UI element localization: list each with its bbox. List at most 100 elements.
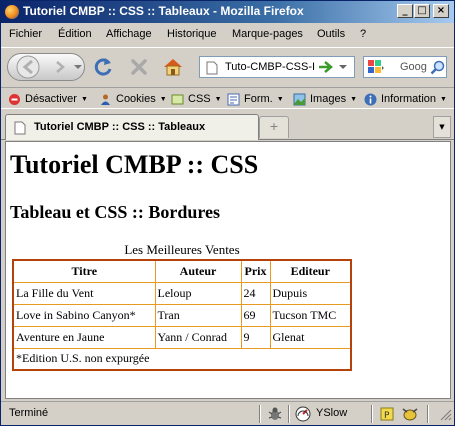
column-header-titre: Titre — [12, 259, 156, 283]
stop-button[interactable] — [127, 55, 151, 79]
section-heading: Tableau et CSS :: Bordures — [10, 202, 221, 222]
resize-grip-icon[interactable] — [437, 406, 453, 422]
menu-marque-pages[interactable]: Marque-pages — [232, 28, 303, 40]
chevron-down-icon: ▼ — [350, 95, 358, 103]
reload-icon — [94, 58, 112, 76]
tab-label: Tutoriel CMBP :: CSS :: Tableaux — [34, 121, 206, 133]
forward-button[interactable] — [48, 55, 72, 79]
url-dropdown-icon[interactable] — [338, 63, 348, 71]
page-heading: Tutoriel CMBP :: CSS — [10, 150, 259, 179]
table-cell: Leloup — [154, 281, 242, 305]
cookies-label: Cookies — [116, 93, 156, 105]
cookies-icon — [101, 94, 110, 105]
yslow-icon[interactable] — [295, 406, 311, 422]
table-cell: Glenat — [269, 325, 352, 349]
page-icon — [206, 61, 218, 75]
firefox-icon — [5, 5, 19, 19]
information-icon — [364, 93, 377, 105]
go-arrow-icon[interactable] — [318, 60, 334, 74]
information-menu[interactable]: Information ▼ — [364, 91, 447, 107]
chevron-down-icon: ▼ — [214, 95, 222, 103]
form-label: Form. — [244, 93, 273, 105]
back-forward-group — [7, 53, 85, 81]
chevron-down-icon: ▼ — [439, 123, 445, 131]
firebug-icon[interactable] — [267, 406, 283, 422]
table-cell: Tran — [154, 303, 242, 327]
images-icon — [293, 93, 306, 105]
cookies-menu[interactable]: Cookies ▼ — [99, 91, 167, 107]
table-cell: 9 — [240, 325, 271, 349]
pagerank-icon[interactable]: P — [379, 406, 395, 422]
table-footer-row: *Edition U.S. non expurgée — [12, 347, 352, 371]
page-icon — [14, 121, 26, 135]
chevron-down-icon — [74, 65, 82, 69]
table-cell: La Fille du Vent — [12, 281, 156, 305]
back-arrow-icon — [16, 55, 40, 79]
disable-label: Désactiver — [25, 93, 77, 105]
stop-icon — [131, 59, 147, 75]
web-developer-toolbar: Désactiver ▼ Cookies ▼ CSS ▼ Form. ▼ Images ▼… — [1, 87, 454, 109]
close-button[interactable]: × — [433, 4, 449, 18]
history-dropdown-button[interactable] — [72, 55, 84, 79]
sales-table: Titre Auteur Prix Editeur La Fille du Ve… — [12, 259, 352, 371]
url-bar[interactable]: Tuto-CMBP-CSS-I — [199, 56, 355, 78]
menu-outils[interactable]: Outils — [317, 28, 345, 40]
table-caption: Les Meilleures Ventes — [124, 242, 240, 257]
status-divider — [371, 405, 373, 423]
status-divider — [427, 405, 429, 423]
menu-edition[interactable]: Édition — [58, 28, 92, 40]
form-menu[interactable]: Form. ▼ — [227, 91, 284, 107]
window-title: Tutoriel CMBP :: CSS :: Tableaux - Mozil… — [23, 4, 304, 18]
menu-bar: Fichier Édition Affichage Historique Mar… — [1, 25, 454, 45]
maximize-button[interactable]: □ — [414, 4, 430, 18]
status-divider — [259, 405, 261, 423]
new-tab-button[interactable]: + — [259, 116, 289, 138]
table-cell: Yann / Conrad — [154, 325, 242, 349]
disable-menu[interactable]: Désactiver ▼ — [8, 91, 88, 107]
menu-fichier[interactable]: Fichier — [9, 28, 42, 40]
google-icon[interactable] — [367, 59, 385, 75]
search-input[interactable]: Goog — [400, 61, 427, 73]
table-cell: 69 — [240, 303, 271, 327]
css-label: CSS — [188, 93, 211, 105]
table-row: Aventure en Jaune Yann / Conrad 9 Glenat — [12, 325, 352, 349]
chevron-down-icon: ▼ — [159, 95, 167, 103]
form-icon — [227, 93, 240, 105]
search-bar[interactable]: Goog — [363, 56, 447, 78]
search-icon[interactable] — [430, 60, 445, 75]
table-cell: Tucson TMC — [269, 303, 352, 327]
status-bar: Terminé YSlow P — [1, 401, 454, 425]
navigation-toolbar: Tuto-CMBP-CSS-I Goog — [1, 47, 454, 85]
table-cell: 24 — [240, 281, 271, 305]
table-cell: Love in Sabino Canyon* — [12, 303, 156, 327]
svg-text:P: P — [384, 411, 390, 421]
images-menu[interactable]: Images ▼ — [293, 91, 357, 107]
menu-historique[interactable]: Historique — [167, 28, 217, 40]
tab-tutoriel-cmbp[interactable]: Tutoriel CMBP :: CSS :: Tableaux — [5, 114, 259, 140]
back-button[interactable] — [9, 55, 47, 79]
forward-arrow-icon — [56, 61, 65, 73]
url-text[interactable]: Tuto-CMBP-CSS-I — [225, 61, 315, 73]
disable-icon — [9, 93, 20, 105]
menu-affichage[interactable]: Affichage — [106, 28, 152, 40]
home-icon — [164, 59, 182, 76]
table-footnote: *Edition U.S. non expurgée — [12, 347, 352, 371]
addon-bug-icon[interactable] — [399, 406, 421, 422]
minimize-button[interactable]: _ — [397, 4, 413, 18]
tab-list-button[interactable]: ▼ — [433, 116, 451, 138]
menu-help[interactable]: ? — [360, 28, 366, 40]
yslow-label[interactable]: YSlow — [316, 407, 347, 419]
table-cell: Aventure en Jaune — [12, 325, 156, 349]
table-cell: Dupuis — [269, 281, 352, 305]
title-bar[interactable]: Tutoriel CMBP :: CSS :: Tableaux - Mozil… — [1, 1, 454, 23]
home-button[interactable] — [161, 55, 185, 79]
browser-window: Tutoriel CMBP :: CSS :: Tableaux - Mozil… — [0, 0, 455, 426]
chevron-down-icon: ▼ — [440, 95, 447, 103]
css-icon — [171, 94, 184, 104]
css-menu[interactable]: CSS ▼ — [171, 91, 222, 107]
table-row: La Fille du Vent Leloup 24 Dupuis — [12, 281, 352, 305]
status-text: Terminé — [9, 407, 49, 419]
images-label: Images — [310, 93, 347, 105]
reload-button[interactable] — [91, 55, 115, 79]
tab-strip: Tutoriel CMBP :: CSS :: Tableaux + ▼ — [1, 110, 454, 140]
